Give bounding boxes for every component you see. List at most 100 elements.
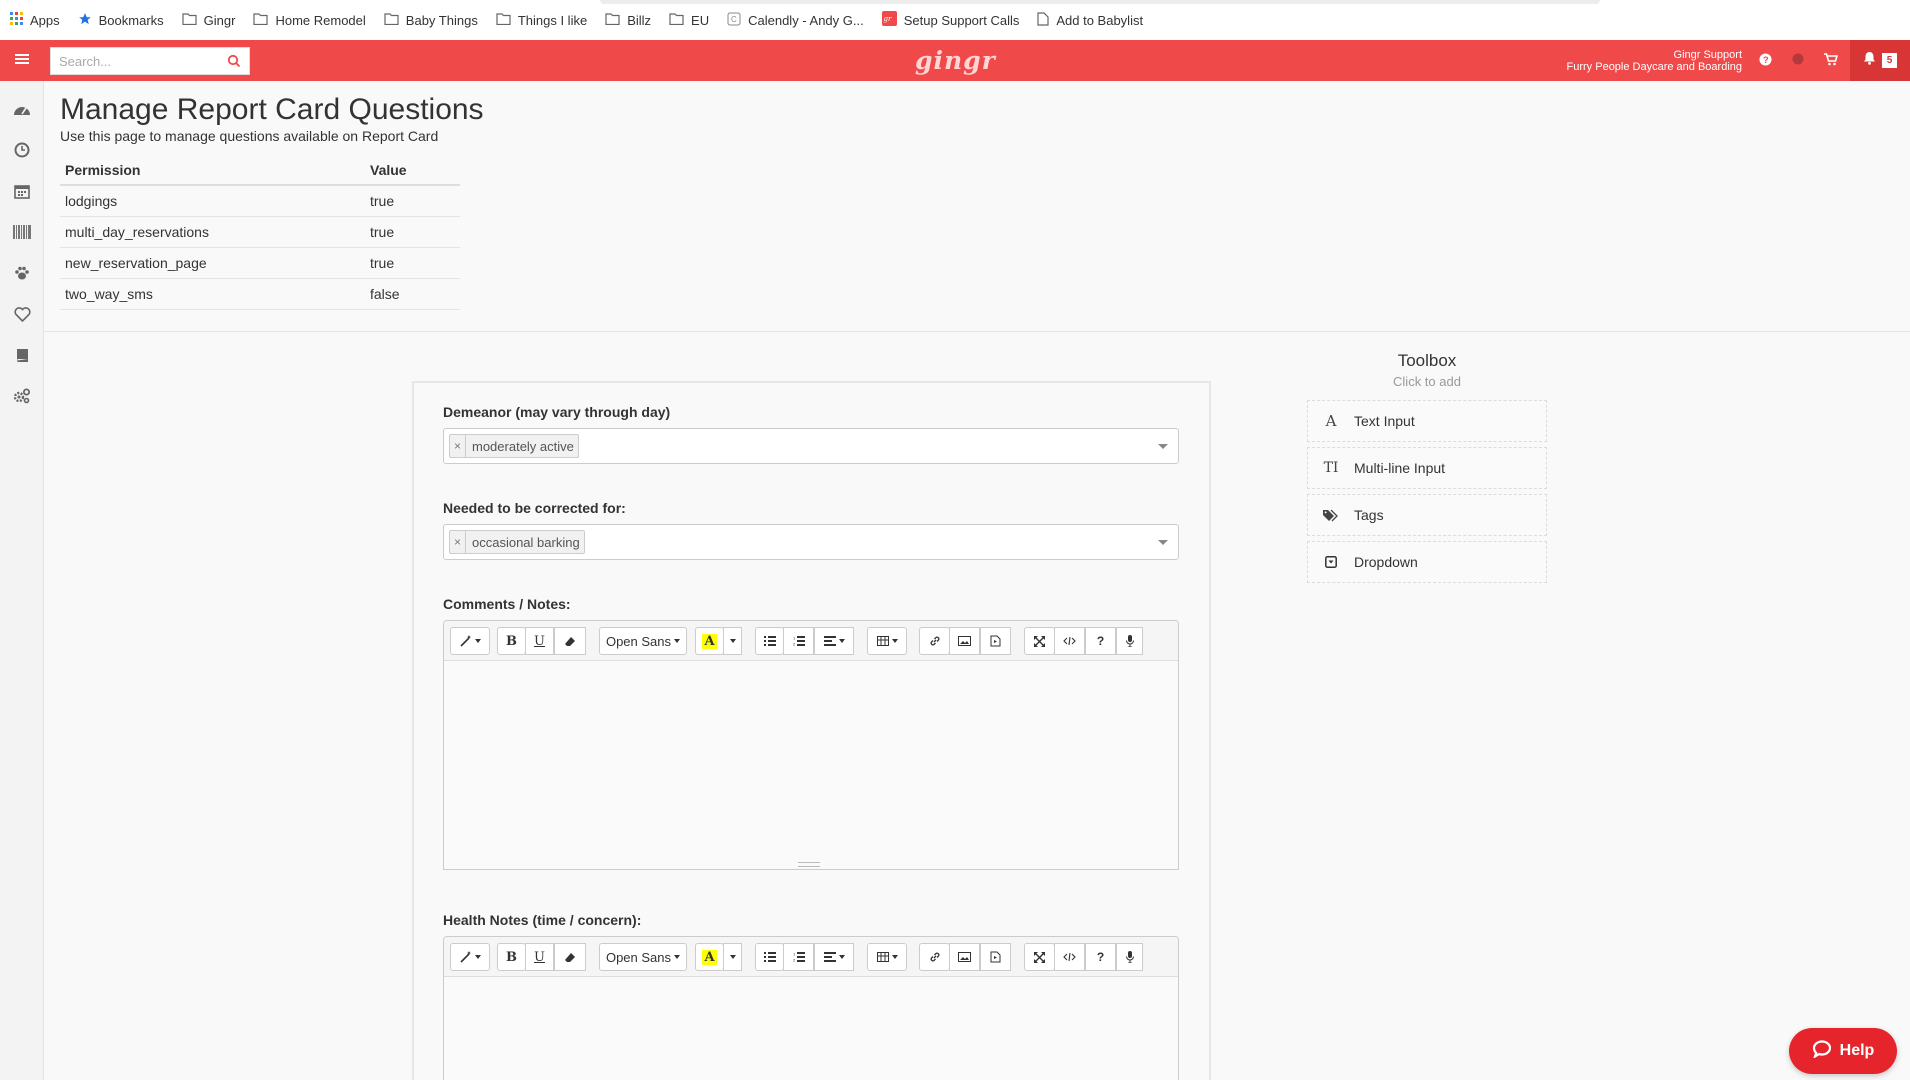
calendar-icon[interactable]	[10, 179, 34, 203]
bullet-list-icon[interactable]	[755, 627, 784, 655]
bullet-list-icon[interactable]	[755, 943, 784, 971]
paw-icon[interactable]	[10, 261, 34, 285]
bookmark-label: Gingr	[203, 12, 236, 28]
align-dropdown[interactable]	[814, 627, 854, 655]
status-dot-icon[interactable]	[1792, 53, 1804, 65]
help-button[interactable]: Help	[1789, 1028, 1897, 1074]
style-wand-button[interactable]	[450, 627, 490, 655]
bold-button[interactable]: B	[497, 943, 526, 971]
toolbox-title: Toolbox	[1397, 351, 1457, 370]
underline-button[interactable]: U	[525, 943, 554, 971]
bold-button[interactable]: B	[497, 627, 526, 655]
bookmark-calendly[interactable]: C Calendly - Andy G...	[727, 12, 864, 29]
svg-text:1: 1	[793, 952, 796, 957]
microphone-icon[interactable]	[1116, 943, 1143, 971]
tag-value: occasional barking	[472, 534, 580, 550]
apps-grid-icon	[10, 12, 23, 28]
dashboard-icon[interactable]	[10, 97, 34, 121]
corrected-select[interactable]: × occasional barking	[443, 524, 1179, 560]
bookmark-setup-support-calls[interactable]: gr Setup Support Calls	[881, 11, 1019, 29]
bookmark-add-to-babylist[interactable]: Add to Babylist	[1037, 11, 1143, 29]
toolbox-subtitle: Click to add	[1393, 374, 1461, 389]
chevron-down-icon[interactable]	[1158, 540, 1168, 545]
video-icon[interactable]	[980, 627, 1011, 655]
table-dropdown[interactable]	[867, 943, 907, 971]
heart-icon[interactable]	[10, 302, 34, 326]
font-family-dropdown[interactable]: Open Sans	[599, 627, 687, 655]
microphone-icon[interactable]	[1116, 627, 1143, 655]
text-color-button[interactable]: A	[695, 943, 724, 971]
book-icon[interactable]	[10, 343, 34, 367]
color-dropdown-button[interactable]	[723, 627, 742, 655]
search-box	[50, 47, 250, 75]
table-dropdown[interactable]	[867, 627, 907, 655]
remove-tag-button[interactable]: ×	[450, 531, 466, 553]
image-icon[interactable]	[949, 627, 980, 655]
font-family-dropdown[interactable]: Open Sans	[599, 943, 687, 971]
demeanor-select[interactable]: × moderately active	[443, 428, 1179, 464]
link-icon[interactable]	[919, 943, 950, 971]
multi-line-input-icon: TI	[1323, 460, 1339, 476]
video-icon[interactable]	[980, 943, 1011, 971]
eraser-icon[interactable]	[554, 943, 586, 971]
text-color-button[interactable]: A	[695, 627, 724, 655]
bookmark-home-remodel[interactable]: Home Remodel	[253, 13, 366, 28]
search-input[interactable]	[51, 48, 216, 74]
code-view-icon[interactable]	[1054, 627, 1085, 655]
table-row: multi_day_reservations true	[60, 216, 460, 248]
fullscreen-icon[interactable]	[1024, 943, 1055, 971]
bookmark-baby-things[interactable]: Baby Things	[384, 13, 478, 28]
bookmark-gingr[interactable]: Gingr	[182, 12, 236, 28]
settings-icon[interactable]	[10, 384, 34, 408]
menu-toggle-button[interactable]	[0, 40, 44, 81]
notifications-button[interactable]: 5	[1850, 40, 1910, 81]
account-business: Furry People Daycare and Boarding	[1566, 61, 1742, 73]
image-icon[interactable]	[949, 943, 980, 971]
toolbox-tags[interactable]: Tags	[1307, 494, 1547, 536]
bookmark-label: Baby Things	[405, 12, 478, 28]
chat-bubble-icon	[1812, 1039, 1832, 1063]
resize-handle[interactable]	[798, 862, 820, 867]
font-family-value: Open Sans	[605, 949, 672, 965]
permissions-table: Permission Value lodgings true multi_day…	[60, 158, 460, 310]
permission-value: true	[365, 185, 460, 217]
bookmark-billz[interactable]: Billz	[605, 13, 651, 28]
toolbox-multi-line-input[interactable]: TI Multi-line Input	[1307, 447, 1547, 489]
account-info[interactable]: Gingr Support Furry People Daycare and B…	[1567, 49, 1742, 73]
cart-icon[interactable]	[1824, 53, 1838, 66]
align-dropdown[interactable]	[814, 943, 854, 971]
help-question-icon[interactable]: ?	[1085, 943, 1116, 971]
code-view-icon[interactable]	[1054, 943, 1085, 971]
bookmark-label: Bookmarks	[98, 12, 164, 28]
link-icon[interactable]	[919, 627, 950, 655]
help-question-icon[interactable]: ?	[1085, 627, 1116, 655]
fullscreen-icon[interactable]	[1024, 627, 1055, 655]
color-dropdown-button[interactable]	[723, 943, 742, 971]
bookmark-label: EU	[691, 12, 710, 28]
help-circle-icon[interactable]: ?	[1759, 53, 1772, 66]
bookmark-eu[interactable]: EU	[669, 13, 709, 28]
bookmark-things-i-like[interactable]: Things I like	[496, 13, 587, 28]
comments-text-area[interactable]	[444, 661, 1178, 869]
bookmark-apps[interactable]: Apps	[10, 12, 60, 28]
toolbox-item-label: Dropdown	[1354, 554, 1418, 570]
toolbox-text-input[interactable]: A Text Input	[1307, 400, 1547, 442]
search-icon[interactable]	[227, 54, 241, 73]
chevron-down-icon[interactable]	[1158, 444, 1168, 449]
clock-icon[interactable]	[10, 138, 34, 162]
permission-name: new_reservation_page	[60, 247, 365, 279]
numbered-list-icon[interactable]: 12	[783, 627, 814, 655]
text-input-icon: A	[1325, 412, 1337, 430]
bookmark-bookmarks[interactable]: Bookmarks	[78, 12, 164, 29]
remove-tag-button[interactable]: ×	[450, 435, 466, 457]
barcode-icon[interactable]	[10, 220, 34, 244]
numbered-list-icon[interactable]: 12	[783, 943, 814, 971]
toolbox-dropdown[interactable]: Dropdown	[1307, 541, 1547, 583]
tags-icon	[1308, 509, 1354, 522]
health-notes-text-area[interactable]	[444, 977, 1178, 1080]
underline-button[interactable]: U	[525, 627, 554, 655]
permission-value: true	[365, 216, 460, 248]
style-wand-button[interactable]	[450, 943, 490, 971]
eraser-icon[interactable]	[554, 627, 586, 655]
gingr-logo[interactable]: gingr	[915, 46, 996, 75]
